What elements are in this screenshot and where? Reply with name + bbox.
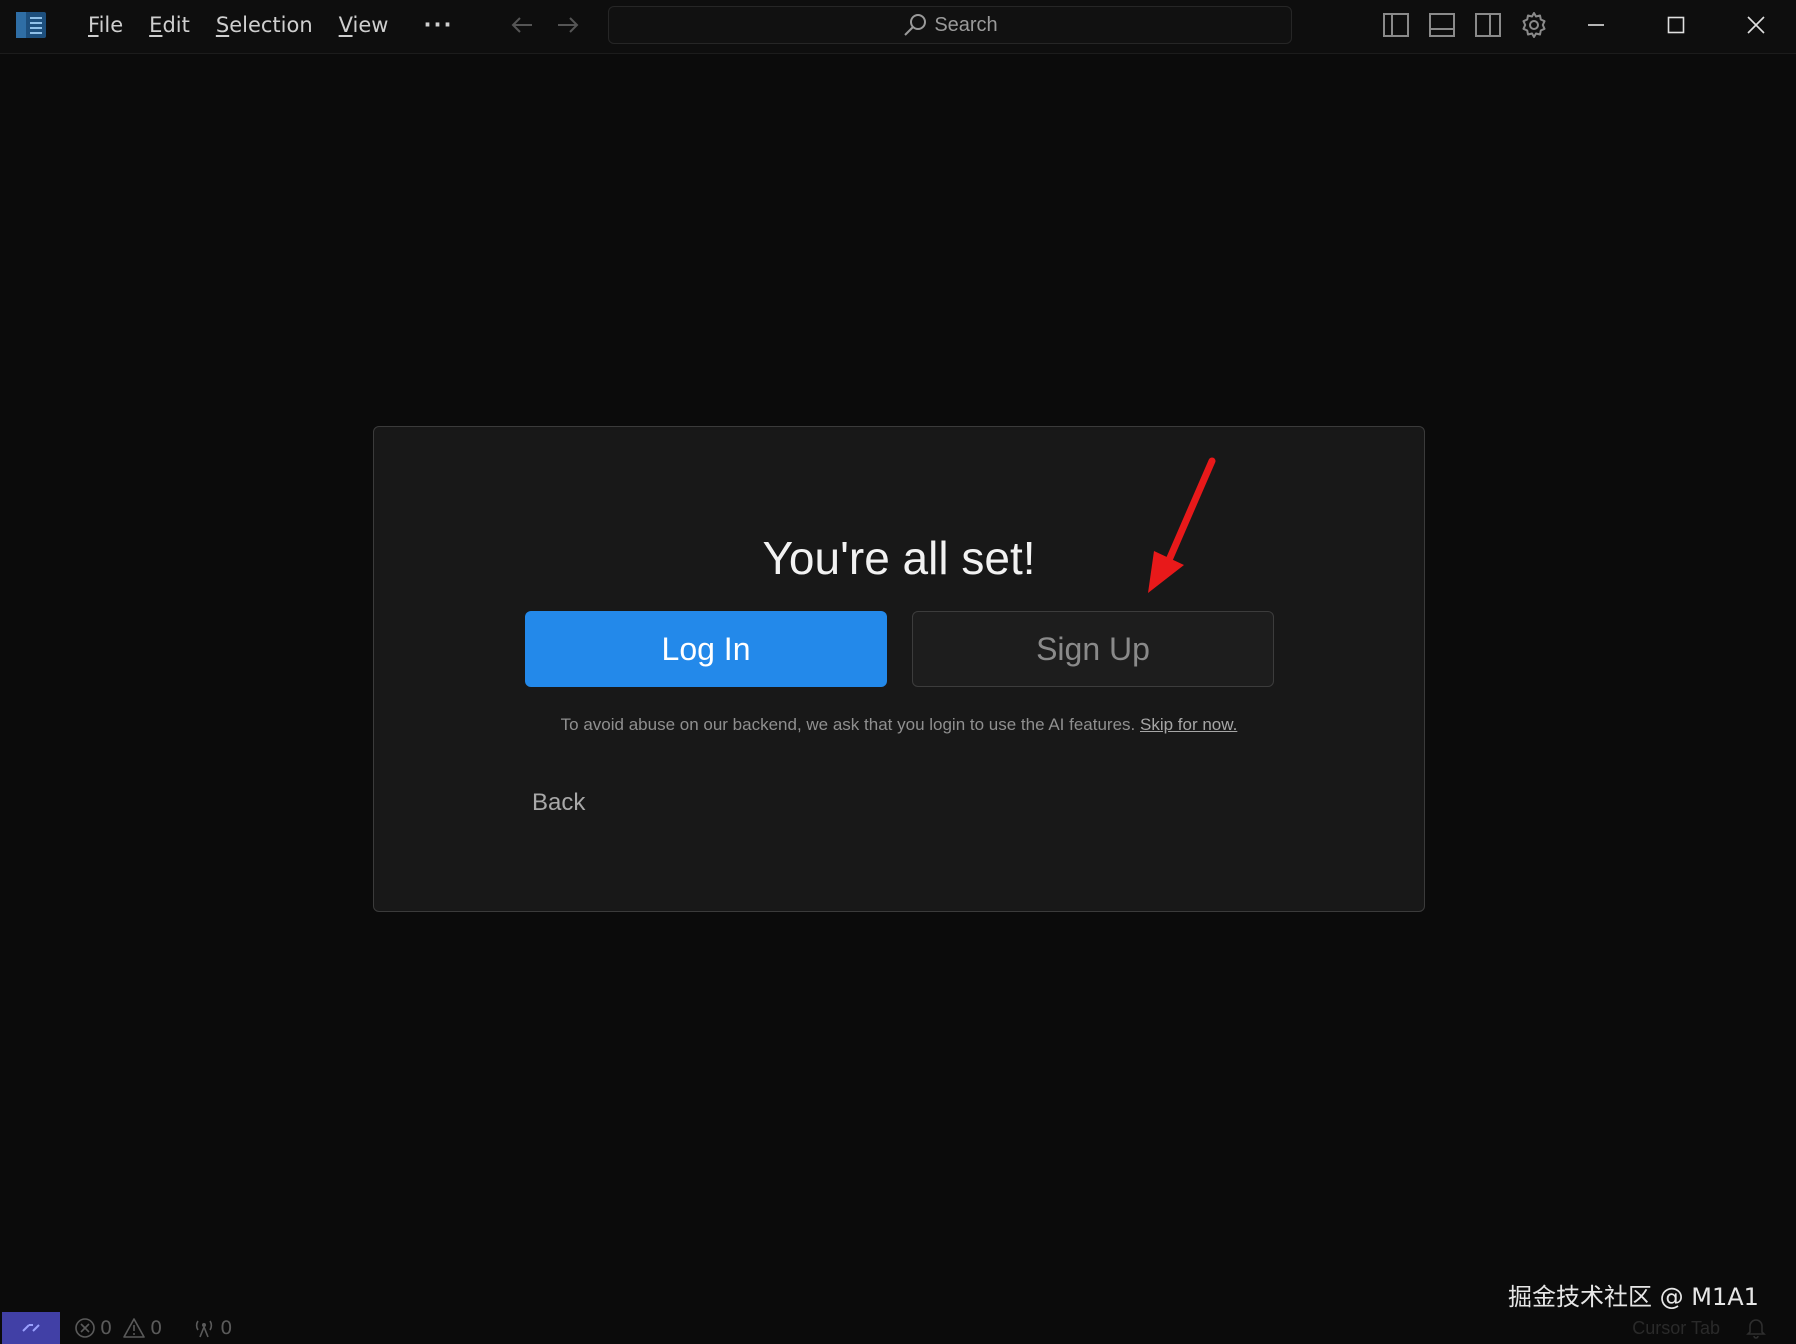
menu-selection[interactable]: Selection <box>203 6 326 44</box>
cursor-tab-status[interactable]: Cursor Tab <box>1632 1318 1720 1339</box>
menu-bar: File Edit Selection View ··· <box>75 0 466 50</box>
menu-edit-mnemonic: E <box>149 13 163 37</box>
menu-edit[interactable]: Edit <box>136 6 203 44</box>
notice-text: To avoid abuse on our backend, we ask th… <box>560 715 1140 734</box>
menu-view[interactable]: View <box>326 6 402 44</box>
login-button[interactable]: Log In <box>525 611 887 687</box>
menu-file-mnemonic: F <box>88 13 99 37</box>
status-right: Cursor Tab <box>1632 1312 1766 1344</box>
remote-indicator-icon[interactable] <box>2 1312 60 1344</box>
ports-indicator[interactable]: 0 <box>192 1317 232 1339</box>
menu-view-label: iew <box>352 13 389 37</box>
watermark: 掘金技术社区 @ M1A1 <box>1508 1283 1759 1311</box>
error-count: 0 <box>100 1317 113 1339</box>
nav-arrows <box>506 10 584 40</box>
menu-selection-mnemonic: S <box>215 13 230 37</box>
minimize-icon[interactable] <box>1556 0 1636 50</box>
toggle-secondary-sidebar-icon[interactable] <box>1472 10 1504 40</box>
notification-bell-icon[interactable] <box>1746 1317 1766 1339</box>
toggle-panel-icon[interactable] <box>1426 10 1458 40</box>
title-bar: File Edit Selection View ··· Search <box>0 0 1796 54</box>
status-problems[interactable]: 0 0 0 <box>74 1312 256 1344</box>
signup-button[interactable]: Sign Up <box>912 611 1274 687</box>
broadcast-icon <box>196 1320 213 1338</box>
status-bar: 0 0 0 Cursor Tab <box>0 1312 1796 1344</box>
login-notice: To avoid abuse on our backend, we ask th… <box>374 715 1424 735</box>
dialog-title: You're all set! <box>762 532 1036 584</box>
menu-more-button[interactable]: ··· <box>401 6 466 44</box>
problems-summary[interactable]: 0 0 <box>74 1317 162 1339</box>
annotation-arrow-icon <box>1148 457 1216 593</box>
error-icon <box>75 1318 95 1338</box>
layout-controls <box>1380 10 1550 40</box>
ports-count: 0 <box>220 1317 233 1339</box>
menu-file[interactable]: File <box>75 6 136 44</box>
login-dialog: You're all set! Log In Sign Up To avoid … <box>373 426 1425 912</box>
warning-count: 0 <box>150 1317 163 1339</box>
close-icon[interactable] <box>1716 0 1796 50</box>
toggle-primary-sidebar-icon[interactable] <box>1380 10 1412 40</box>
warning-icon <box>123 1318 145 1338</box>
window-controls <box>1556 0 1796 50</box>
search-icon <box>904 14 927 36</box>
search-placeholder: Search <box>934 13 998 36</box>
skip-link[interactable]: Skip for now. <box>1140 715 1237 734</box>
maximize-icon[interactable] <box>1636 0 1716 50</box>
menu-file-label: ile <box>98 13 124 37</box>
menu-view-mnemonic: V <box>338 13 353 37</box>
back-arrow-icon[interactable] <box>506 10 538 40</box>
menu-edit-label: dit <box>162 13 190 37</box>
search-box[interactable]: Search <box>608 6 1292 44</box>
menu-selection-label: election <box>229 13 313 37</box>
forward-arrow-icon[interactable] <box>552 10 584 40</box>
settings-gear-icon[interactable] <box>1518 10 1550 40</box>
back-button[interactable]: Back <box>532 789 585 817</box>
app-logo-icon[interactable] <box>16 12 46 38</box>
